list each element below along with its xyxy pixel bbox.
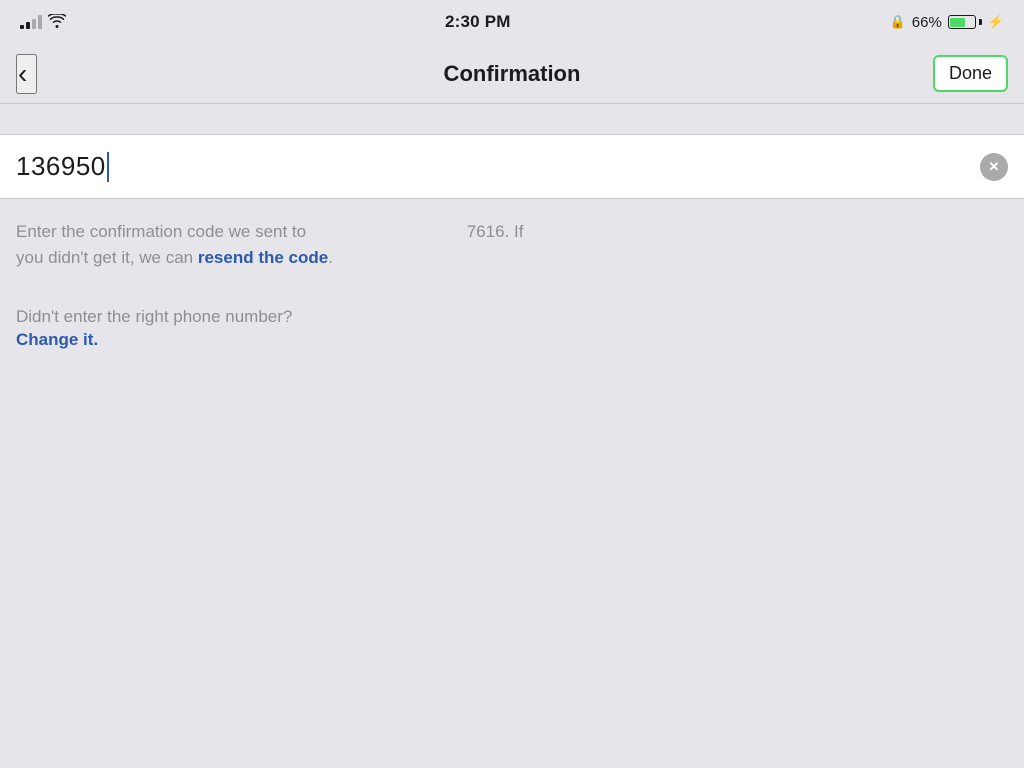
done-button[interactable]: Done: [933, 55, 1008, 92]
battery-percent: 66%: [912, 14, 942, 31]
bolt-icon: ⚡: [988, 14, 1004, 30]
status-left: [20, 14, 66, 31]
code-input-section: 136950: [0, 134, 1024, 199]
signal-icon: [20, 15, 42, 29]
info-text-main: Enter the confirmation code we sent to: [16, 222, 306, 241]
code-input-wrapper[interactable]: 136950: [16, 151, 980, 182]
info-text-phone-fragment: 7616. If: [467, 222, 524, 241]
wifi-icon: [48, 14, 66, 31]
battery-icon: [948, 15, 982, 29]
info-text-middle: you didn't get it, we can: [16, 248, 198, 267]
text-cursor: [107, 152, 110, 182]
change-section: Didn't enter the right phone number? Cha…: [0, 284, 1024, 360]
back-button[interactable]: ‹: [16, 54, 37, 94]
change-link[interactable]: Change it.: [16, 330, 98, 349]
status-bar: 2:30 PM 🔒 66% ⚡: [0, 0, 1024, 44]
clock: 2:30 PM: [445, 12, 511, 32]
info-text: Enter the confirmation code we sent to 7…: [16, 219, 1008, 270]
spacer-top: [0, 104, 1024, 134]
status-right: 🔒 66% ⚡: [890, 14, 1004, 31]
lock-icon: 🔒: [890, 14, 906, 30]
info-section: Enter the confirmation code we sent to 7…: [0, 199, 1024, 284]
code-value: 136950: [16, 151, 106, 182]
nav-bar: ‹ Confirmation Done: [0, 44, 1024, 104]
clear-button[interactable]: [980, 153, 1008, 181]
change-question-text: Didn't enter the right phone number?: [16, 304, 1008, 330]
page-title: Confirmation: [444, 61, 581, 87]
resend-link[interactable]: resend the code: [198, 248, 328, 267]
info-period: .: [328, 248, 333, 267]
